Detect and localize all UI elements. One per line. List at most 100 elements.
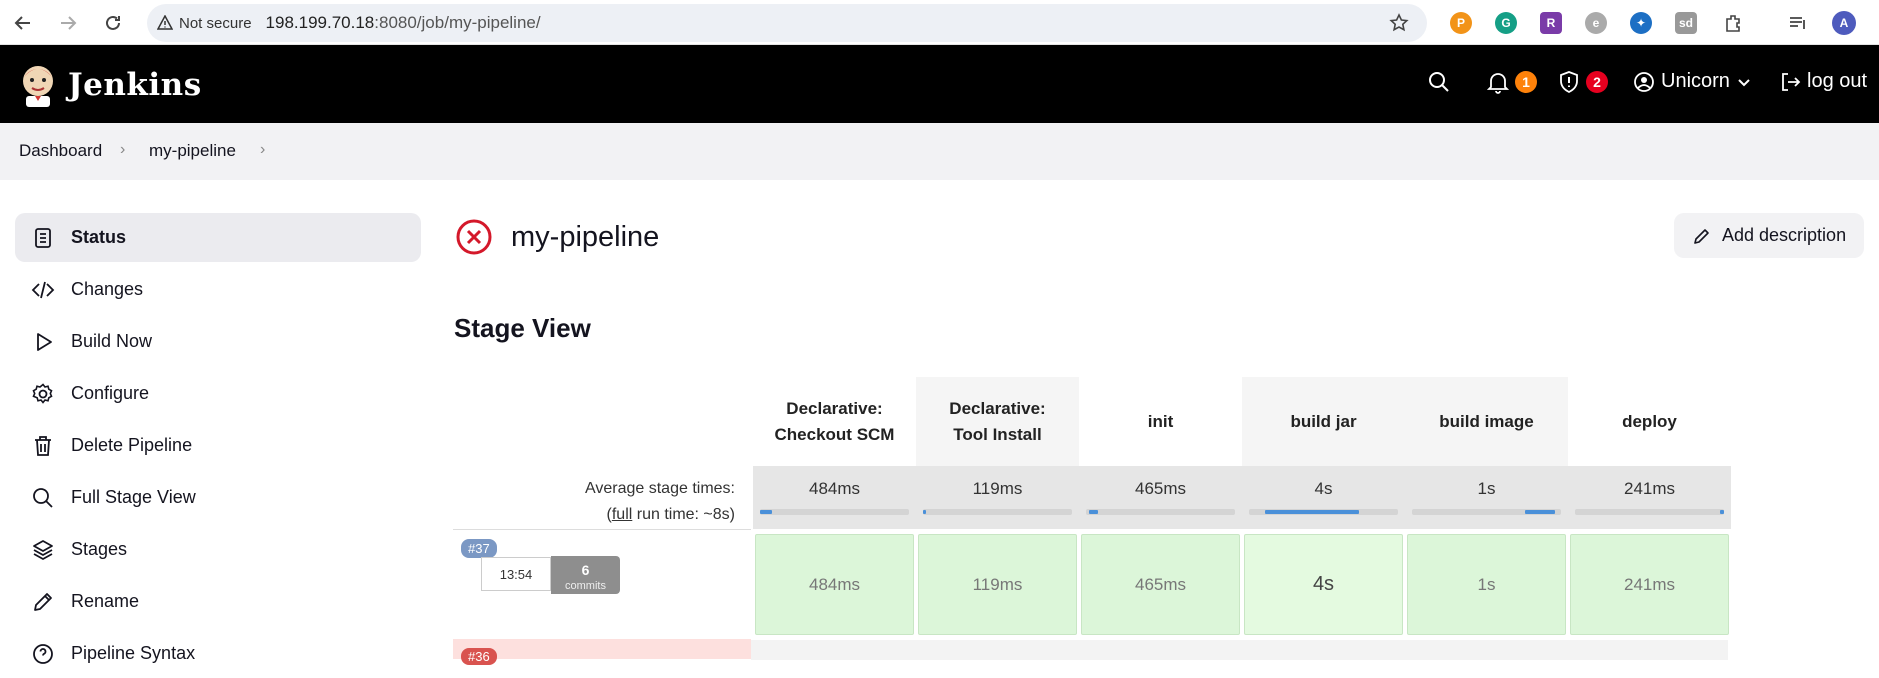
sidebar-item-pipeline-syntax[interactable]: Pipeline Syntax [15, 629, 421, 678]
jenkins-logo[interactable]: Jenkins [18, 63, 202, 107]
gear-icon [32, 382, 53, 404]
sidebar-item-label: Rename [71, 591, 140, 611]
not-secure-indicator[interactable]: Not secure [157, 15, 266, 32]
search-button[interactable] [1427, 70, 1451, 94]
avg-time-bar-fill [1720, 510, 1724, 514]
avg-time-cell: 465ms [1079, 466, 1242, 529]
stage-header-checkout-scm: Declarative: Checkout SCM [753, 377, 916, 466]
jenkins-butler-icon [23, 66, 53, 107]
layers-icon [33, 539, 53, 560]
play-icon [37, 332, 52, 351]
sidebar-item-configure[interactable]: Configure [15, 369, 421, 418]
sidebar-item-build-now[interactable]: Build Now [15, 317, 421, 366]
extension-sd-icon[interactable]: sd [1675, 12, 1697, 34]
sidebar-item-rename[interactable]: Rename [15, 577, 421, 626]
avg-time-bar-fill [1525, 510, 1555, 514]
avg-time-cell: 1s [1405, 466, 1568, 529]
stage-cell[interactable]: 484ms [755, 534, 914, 635]
avg-time-bar [760, 509, 909, 515]
stage-cell[interactable]: 241ms [1570, 534, 1729, 635]
shield-icon [1560, 71, 1578, 94]
avg-time-bar-fill [760, 510, 772, 514]
avg-time-cell: 4s [1242, 466, 1405, 529]
breadcrumb-my-pipeline[interactable]: my-pipeline [149, 141, 236, 161]
extension-grammarly-icon[interactable]: G [1495, 12, 1517, 34]
reading-list-icon[interactable] [1785, 10, 1811, 36]
avg-time-bar [1086, 509, 1235, 515]
pencil-icon [1694, 228, 1709, 244]
stage-cell[interactable]: 119ms [918, 534, 1077, 635]
add-description-label: Add description [1722, 225, 1847, 245]
address-bar[interactable]: Not secure 198.199.70.18:8080/job/my-pip… [147, 4, 1427, 42]
extension-pinterest-icon[interactable]: P [1450, 12, 1472, 34]
add-description-button[interactable]: Add description [1674, 213, 1864, 258]
stage-cell[interactable]: 1s [1407, 534, 1566, 635]
stage-cell[interactable]: 4s [1244, 534, 1403, 635]
sidebar-item-label: Status [71, 227, 127, 247]
sidebar-item-label: Stages [71, 539, 128, 559]
url-text[interactable]: 198.199.70.18:8080/job/my-pipeline/ [266, 13, 541, 33]
breadcrumb-dashboard[interactable]: Dashboard [19, 141, 102, 161]
stage-header-init: init [1079, 377, 1242, 466]
extension-r-icon[interactable]: R [1540, 12, 1562, 34]
build-row-36 [453, 639, 751, 659]
security-button[interactable]: 2 [1558, 70, 1608, 94]
stage-cell[interactable]: 465ms [1081, 534, 1240, 635]
security-badge: 2 [1586, 71, 1608, 93]
notifications-badge: 1 [1515, 71, 1537, 93]
sidebar-item-label: Configure [71, 383, 150, 403]
notifications-button[interactable]: 1 [1487, 70, 1537, 94]
breadcrumb-separator-icon: › [120, 141, 126, 158]
back-icon[interactable] [10, 10, 36, 36]
build-number-badge[interactable]: #36 [461, 648, 497, 665]
document-icon [35, 227, 51, 248]
help-icon [33, 643, 53, 664]
full-run-time-link[interactable]: full [612, 506, 632, 523]
avg-time-bar [923, 509, 1072, 515]
sidebar-item-label: Delete Pipeline [71, 435, 193, 455]
average-stage-times-label: Average stage times: (full run time: ~8s… [584, 480, 735, 523]
avg-time-bar-fill [1265, 510, 1359, 514]
build-time: 13:54 [481, 557, 551, 591]
sidebar-item-stages[interactable]: Stages [15, 525, 421, 574]
sidebar-item-delete-pipeline[interactable]: Delete Pipeline [15, 421, 421, 470]
bell-icon [1487, 73, 1509, 94]
build-number-badge[interactable]: #37 [461, 539, 497, 558]
bookmark-star-icon[interactable] [1389, 13, 1409, 38]
sidebar-item-full-stage-view[interactable]: Full Stage View [15, 473, 421, 522]
stage-view-heading: Stage View [454, 313, 591, 343]
pencil-icon [34, 592, 52, 611]
not-secure-label: Not secure [179, 14, 252, 32]
commits-badge[interactable]: 6 commits [551, 556, 620, 594]
sidebar-item-label: Full Stage View [71, 487, 196, 507]
trash-icon [35, 435, 51, 456]
jenkins-header: Jenkins 1 2 Unicorn log out [0, 45, 1879, 123]
warning-icon [157, 15, 173, 30]
breadcrumb-separator-icon[interactable]: › [260, 141, 265, 159]
reload-icon[interactable] [100, 10, 126, 36]
sidebar-item-status[interactable]: Status [15, 213, 421, 262]
sidebar-item-changes[interactable]: Changes [15, 265, 421, 314]
code-icon [31, 281, 55, 298]
user-menu[interactable]: Unicorn [1633, 70, 1752, 93]
stage-header-build-jar: build jar [1242, 377, 1405, 466]
avg-time-bar [1412, 509, 1561, 515]
avg-time-bar-fill [1089, 510, 1098, 514]
build-row-36-cells [751, 640, 1728, 660]
avg-time-cell: 119ms [916, 466, 1079, 529]
breadcrumb: Dashboard › my-pipeline › [0, 123, 1879, 180]
logout-link[interactable]: log out [1779, 70, 1867, 93]
avg-time-bar-fill [923, 510, 926, 514]
avg-time-cell: 241ms [1568, 466, 1731, 529]
page-title: my-pipeline [511, 220, 660, 253]
avg-time-bar [1575, 509, 1724, 515]
avg-time-cell: 484ms [753, 466, 916, 529]
sidebar-item-label: Build Now [71, 331, 153, 351]
search-icon [33, 487, 53, 508]
extension-elephant-icon[interactable]: e [1585, 12, 1607, 34]
avg-time-bar [1249, 509, 1398, 515]
profile-avatar[interactable]: A [1832, 11, 1856, 35]
extension-blue-icon[interactable]: ✦ [1630, 12, 1652, 34]
extensions-puzzle-icon[interactable] [1720, 10, 1746, 36]
forward-icon[interactable] [55, 10, 81, 36]
